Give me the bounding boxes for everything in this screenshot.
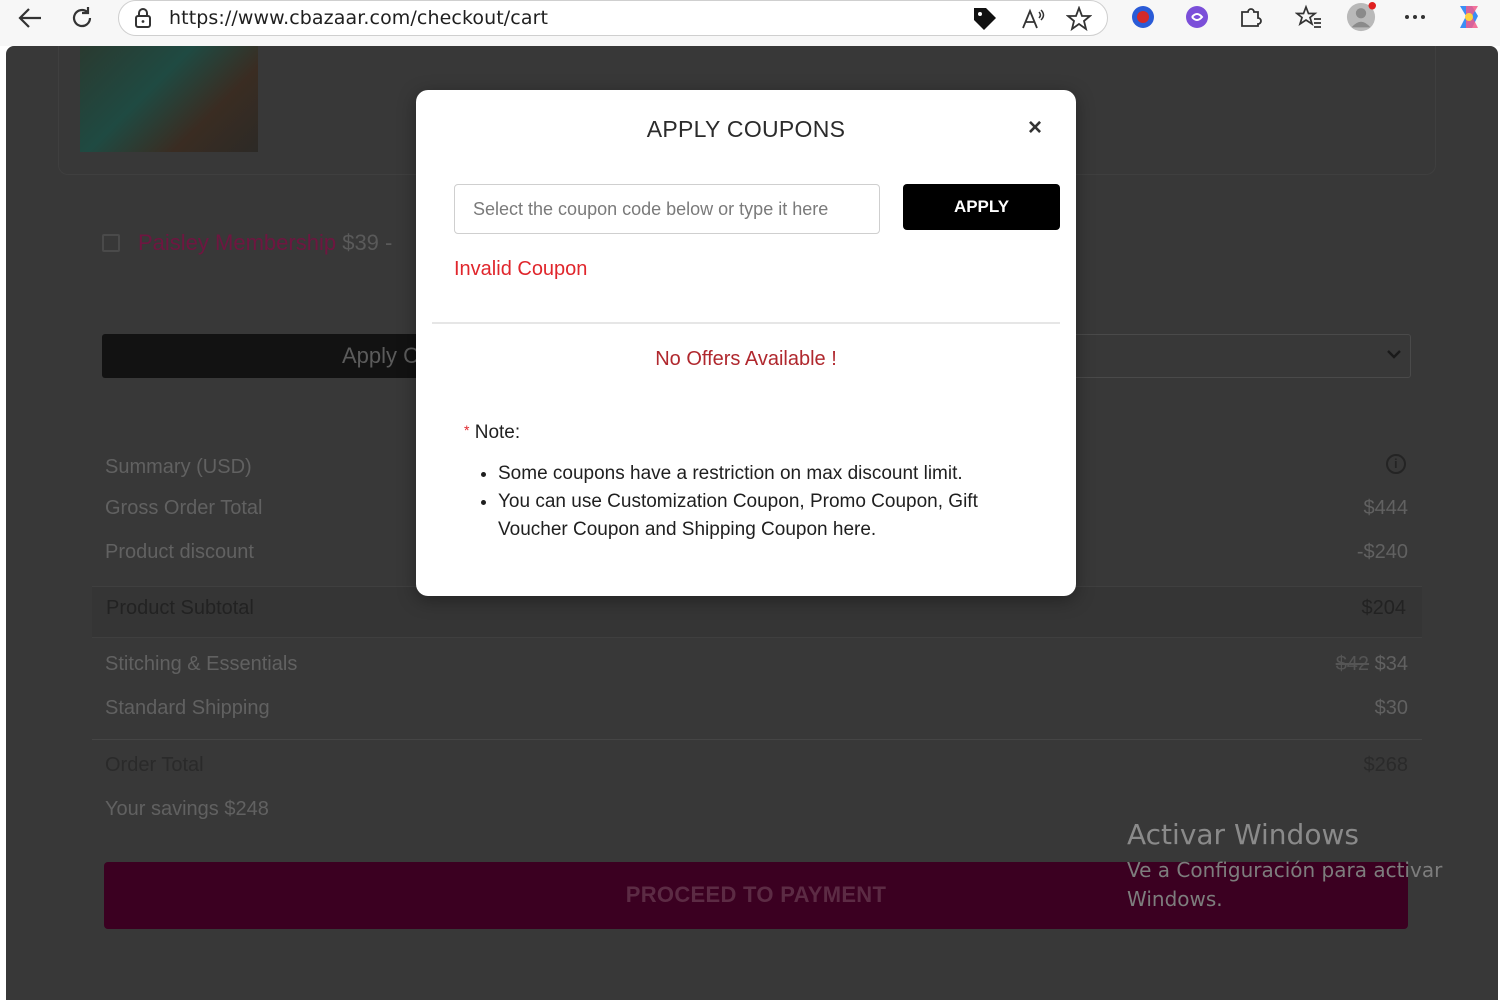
close-icon[interactable]: × — [1028, 114, 1042, 142]
windows-watermark-title: Activar Windows — [1127, 818, 1359, 851]
browser-toolbar: https://www.cbazaar.com/checkout/cart — [0, 0, 1500, 46]
extension-purple-icon[interactable] — [1182, 2, 1212, 32]
note-list: Some coupons have a restriction on max d… — [476, 460, 1038, 544]
summary-divider — [92, 739, 1422, 740]
address-bar[interactable]: https://www.cbazaar.com/checkout/cart — [118, 0, 1108, 36]
apply-button[interactable]: APPLY — [903, 184, 1060, 230]
summary-new-value-stitching: $34 — [1374, 653, 1408, 675]
modal-divider — [432, 322, 1060, 324]
info-icon[interactable] — [1386, 454, 1406, 474]
apply-coupon-button[interactable]: Apply C — [102, 334, 432, 378]
more-menu-icon[interactable] — [1400, 2, 1430, 32]
summary-heading: Summary (USD) — [105, 456, 252, 478]
url-text[interactable]: https://www.cbazaar.com/checkout/cart — [169, 7, 548, 29]
summary-value-order-total: $268 — [1363, 754, 1409, 776]
favorites-icon[interactable] — [1294, 2, 1324, 32]
note-heading: * Note: — [464, 422, 520, 444]
summary-value-gross: $444 — [1363, 497, 1409, 519]
extension-shield-icon[interactable] — [1128, 2, 1158, 32]
summary-label-shipping: Standard Shipping — [105, 697, 270, 719]
membership-name[interactable]: Paisley Membership — [138, 230, 336, 255]
membership-checkbox[interactable] — [102, 234, 120, 252]
summary-label-gross: Gross Order Total — [105, 497, 263, 519]
note-title: Note: — [474, 422, 521, 443]
tag-icon[interactable] — [971, 5, 999, 33]
invalid-coupon-error: Invalid Coupon — [454, 258, 588, 280]
favorite-star-icon[interactable] — [1065, 5, 1093, 33]
membership-price: $39 - — [342, 230, 393, 255]
summary-old-value-stitching: $42 — [1335, 653, 1370, 675]
coupon-select[interactable] — [1066, 334, 1411, 378]
windows-watermark-subtitle: Ve a Configuración para activar Windows. — [1127, 858, 1443, 911]
summary-label-stitching: Stitching & Essentials — [105, 653, 298, 675]
refresh-icon[interactable] — [64, 3, 100, 33]
product-thumbnail[interactable] — [80, 46, 258, 152]
lock-icon[interactable] — [133, 7, 153, 34]
summary-label-subtotal: Product Subtotal — [106, 597, 254, 619]
profile-avatar-icon[interactable] — [1346, 2, 1376, 32]
summary-value-stitching: $42 $34 — [1336, 653, 1408, 676]
apply-coupon-label: Apply C — [342, 343, 420, 368]
back-icon[interactable] — [12, 3, 48, 33]
chevron-down-icon — [1386, 343, 1402, 366]
copilot-icon[interactable] — [1454, 2, 1484, 32]
apply-coupons-modal: APPLY COUPONS × APPLY Invalid Coupon No … — [416, 90, 1076, 596]
no-offers-message: No Offers Available ! — [655, 348, 837, 370]
summary-value-shipping: $30 — [1374, 697, 1408, 719]
summary-label-order-total: Order Total — [105, 754, 204, 776]
coupon-code-input[interactable] — [454, 184, 880, 234]
note-item: Some coupons have a restriction on max d… — [498, 460, 1038, 488]
extensions-puzzle-icon[interactable] — [1236, 2, 1266, 32]
note-item: You can use Customization Coupon, Promo … — [498, 488, 1038, 544]
summary-value-subtotal: $204 — [1361, 597, 1407, 619]
required-star: * — [464, 422, 470, 438]
summary-value-discount: -$240 — [1356, 541, 1408, 563]
summary-label-discount: Product discount — [105, 541, 254, 563]
modal-title: APPLY COUPONS — [646, 116, 846, 142]
savings-text: Your savings $248 — [105, 798, 269, 820]
read-aloud-icon[interactable] — [1019, 5, 1047, 33]
